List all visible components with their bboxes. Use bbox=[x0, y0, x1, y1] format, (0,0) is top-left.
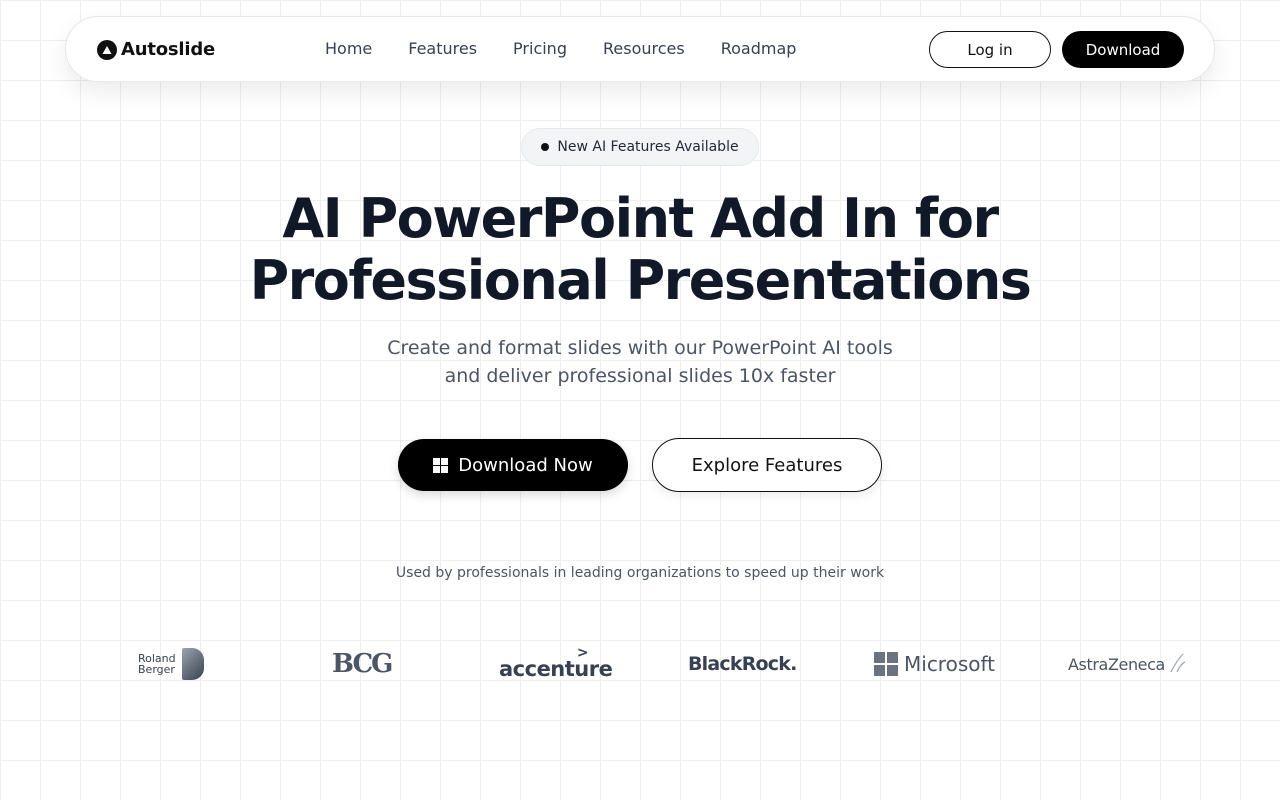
explore-features-button[interactable]: Explore Features bbox=[652, 438, 882, 492]
navbar: Autoslide Home Features Pricing Resource… bbox=[65, 16, 1215, 82]
nav-link-resources[interactable]: Resources bbox=[603, 39, 685, 58]
roland-berger-logo: Roland Berger bbox=[138, 640, 204, 688]
astrazeneca-logo: AstraZeneca bbox=[1068, 640, 1187, 688]
microsoft-grid-icon bbox=[874, 652, 898, 676]
hero-subtitle-line-2: and deliver professional slides 10x fast… bbox=[444, 365, 836, 387]
brand-name: Autoslide bbox=[121, 39, 216, 60]
download-now-button[interactable]: Download Now bbox=[398, 439, 628, 491]
roland-b-mark-icon bbox=[181, 648, 204, 680]
astrazeneca-swirl-icon bbox=[1170, 653, 1186, 673]
blackrock-logo: BlackRock. bbox=[688, 653, 797, 675]
hero-subtitle: Create and format slides with our PowerP… bbox=[0, 334, 1280, 390]
nav-links: Home Features Pricing Resources Roadmap bbox=[325, 39, 832, 58]
astrazeneca-text: AstraZeneca bbox=[1068, 654, 1165, 674]
bcg-logo: BCG bbox=[332, 649, 393, 679]
download-now-label: Download Now bbox=[458, 454, 593, 476]
hero-title-line-2: Professional Presentations bbox=[249, 249, 1032, 312]
triangle-icon bbox=[97, 39, 117, 60]
microsoft-logo: Microsoft bbox=[874, 640, 995, 688]
hero-title-line-1: AI PowerPoint Add In for bbox=[282, 187, 999, 250]
hero-subtitle-line-1: Create and format slides with our PowerP… bbox=[387, 337, 893, 359]
accenture-logo: > accenture bbox=[499, 640, 613, 688]
microsoft-text: Microsoft bbox=[904, 652, 996, 676]
windows-icon bbox=[433, 457, 449, 473]
new-features-badge[interactable]: New AI Features Available bbox=[521, 128, 759, 166]
social-proof-caption: Used by professionals in leading organiz… bbox=[395, 565, 885, 581]
nav-link-home[interactable]: Home bbox=[325, 39, 372, 58]
badge-text: New AI Features Available bbox=[557, 139, 739, 155]
dot-icon bbox=[541, 143, 550, 151]
roland-line-2: Berger bbox=[138, 663, 175, 676]
hero-title: AI PowerPoint Add In for Professional Pr… bbox=[0, 188, 1280, 312]
nav-link-roadmap[interactable]: Roadmap bbox=[721, 39, 797, 58]
customer-logos: Roland Berger BCG > accenture BlackRock.… bbox=[0, 640, 1280, 688]
brand-logo-link[interactable]: Autoslide bbox=[97, 39, 215, 60]
nav-link-pricing[interactable]: Pricing bbox=[513, 39, 567, 58]
accenture-text: accenture bbox=[499, 657, 613, 681]
nav-link-features[interactable]: Features bbox=[408, 39, 477, 58]
login-button[interactable]: Log in bbox=[929, 31, 1051, 68]
nav-download-button[interactable]: Download bbox=[1062, 31, 1184, 68]
